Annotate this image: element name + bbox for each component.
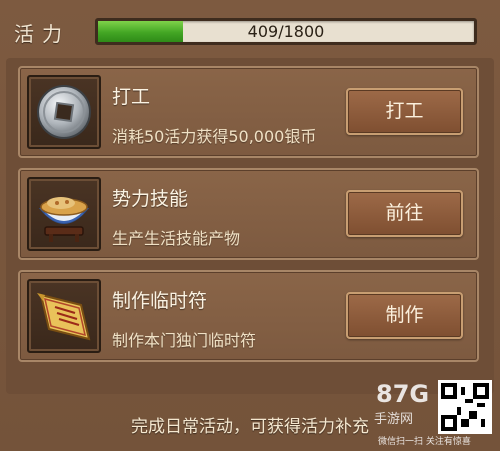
talisman-scroll-icon <box>37 293 91 341</box>
site-watermark: 87G 手游网 微信扫一扫 关注有惊喜 <box>370 378 500 451</box>
make-button[interactable]: 制作 <box>346 292 463 339</box>
activity-card-make-talisman: 制作临时符 制作本门独门临时符 制作 <box>18 270 479 362</box>
activity-icon-frame <box>27 177 101 251</box>
activity-title: 势力技能 <box>112 188 189 210</box>
watermark-subtitle: 手游网 <box>374 412 414 427</box>
activity-description: 生产生活技能产物 <box>112 229 241 248</box>
activity-title: 制作临时符 <box>112 290 208 312</box>
activity-icon-frame <box>27 279 101 353</box>
activity-card-faction-skill: 势力技能 生产生活技能产物 前往 <box>18 168 479 260</box>
activity-card-work: 打工 消耗50活力获得50,000银币 打工 <box>18 66 479 158</box>
porcelain-bowl-icon <box>38 197 90 242</box>
activity-description: 制作本门独门临时符 <box>112 331 257 350</box>
activity-description: 消耗50活力获得50,000银币 <box>112 127 317 146</box>
watermark-logo: 87G <box>376 380 430 408</box>
activity-list-panel: 打工 消耗50活力获得50,000银币 打工 势力技能 生产生活技能产物 前往 … <box>6 58 494 394</box>
go-button[interactable]: 前往 <box>346 190 463 237</box>
game-energy-window: 活力 409/1800 打工 消耗50活力获得50,000银币 打工 势力技能 … <box>0 0 500 451</box>
activity-icon-frame <box>27 75 101 149</box>
watermark-caption: 微信扫一扫 关注有惊喜 <box>378 437 471 447</box>
energy-header: 活力 409/1800 <box>0 0 500 54</box>
energy-label: 活力 <box>14 22 70 46</box>
energy-value-text: 409/1800 <box>247 22 325 41</box>
silver-coin-icon <box>37 85 91 139</box>
qr-code-icon <box>438 380 492 434</box>
activity-title: 打工 <box>112 86 151 108</box>
energy-progress-bar: 409/1800 <box>95 18 477 45</box>
work-button[interactable]: 打工 <box>346 88 463 135</box>
